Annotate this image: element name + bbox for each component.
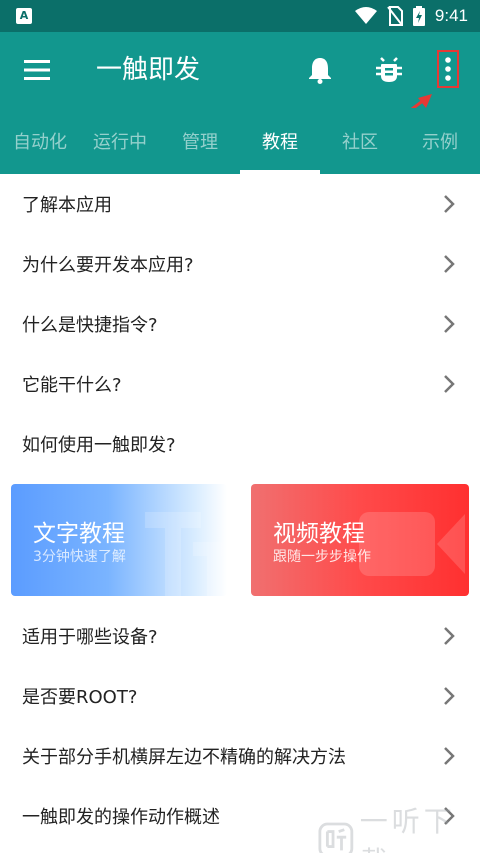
tab-bar: 自动化 运行中 管理 教程 社区 示例 bbox=[0, 108, 480, 174]
list-item-label: 如何使用一触即发? bbox=[22, 435, 176, 456]
debug-button[interactable] bbox=[370, 52, 408, 88]
tab-manage[interactable]: 管理 bbox=[160, 108, 240, 174]
menu-icon bbox=[24, 60, 50, 80]
list-item[interactable]: 是否要ROOT? bbox=[0, 666, 480, 726]
watermark-logo-icon bbox=[318, 822, 354, 853]
text-tutorial-subtitle: 3分钟快速了解 bbox=[33, 549, 126, 565]
wifi-icon bbox=[354, 7, 377, 24]
list-item[interactable]: 什么是快捷指令? bbox=[0, 294, 480, 354]
tab-tutorial[interactable]: 教程 bbox=[240, 108, 320, 174]
chevron-right-icon bbox=[444, 255, 455, 273]
tab-running[interactable]: 运行中 bbox=[80, 108, 160, 174]
chevron-right-icon bbox=[444, 687, 455, 705]
no-sim-icon bbox=[387, 6, 403, 26]
text-tutorial-card[interactable]: 文字教程 3分钟快速了解 bbox=[11, 484, 227, 596]
notifications-button[interactable] bbox=[302, 52, 338, 88]
video-tutorial-card[interactable]: 视频教程 跟随一步步操作 bbox=[251, 484, 469, 596]
list-item-label: 了解本应用 bbox=[22, 195, 112, 216]
tab-examples[interactable]: 示例 bbox=[400, 108, 480, 174]
tab-automation[interactable]: 自动化 bbox=[0, 108, 80, 174]
status-bar: A 9:41 bbox=[0, 0, 480, 32]
list-item-label: 为什么要开发本应用? bbox=[22, 255, 194, 276]
battery-charging-icon bbox=[412, 6, 425, 26]
list-item-label: 一触即发的操作动作概述 bbox=[22, 807, 220, 828]
list-item[interactable]: 关于部分手机横屏左边不精确的解决方法 bbox=[0, 726, 480, 786]
list-item-label: 它能干什么? bbox=[22, 375, 122, 396]
bell-icon bbox=[309, 58, 331, 84]
video-camera-icon bbox=[359, 512, 465, 576]
bug-icon bbox=[376, 57, 402, 82]
list-item[interactable]: 如何使用一触即发? bbox=[0, 414, 480, 474]
tab-community[interactable]: 社区 bbox=[320, 108, 400, 174]
chevron-right-icon bbox=[444, 375, 455, 393]
app-notification-icon: A bbox=[16, 8, 32, 24]
list-item-label: 适用于哪些设备? bbox=[22, 627, 158, 648]
list-item-label: 是否要ROOT? bbox=[22, 687, 138, 708]
tutorial-cards: 文字教程 3分钟快速了解 视频教程 跟随一步步操作 bbox=[0, 484, 480, 596]
chevron-right-icon bbox=[444, 195, 455, 213]
clock: 9:41 bbox=[434, 6, 468, 25]
video-tutorial-title: 视频教程 bbox=[273, 521, 365, 547]
chevron-right-icon bbox=[444, 627, 455, 645]
more-options-button[interactable] bbox=[437, 50, 459, 88]
app-toolbar: 一触即发 bbox=[0, 32, 480, 132]
menu-button[interactable] bbox=[20, 54, 54, 86]
app-title: 一触即发 bbox=[96, 55, 201, 85]
list-item[interactable]: 适用于哪些设备? bbox=[0, 606, 480, 666]
text-tutorial-title: 文字教程 bbox=[33, 521, 125, 547]
video-tutorial-subtitle: 跟随一步步操作 bbox=[273, 549, 371, 565]
watermark: 一听下载 bbox=[318, 800, 480, 853]
list-item-label: 关于部分手机横屏左边不精确的解决方法 bbox=[22, 747, 346, 768]
watermark-text: 一听下载 bbox=[359, 805, 456, 853]
tutorial-list-top: 了解本应用 为什么要开发本应用? 什么是快捷指令? 它能干什么? 如何使用一触即… bbox=[0, 174, 480, 474]
list-item[interactable]: 了解本应用 bbox=[0, 174, 480, 234]
text-type-icon bbox=[145, 512, 227, 596]
list-item-label: 什么是快捷指令? bbox=[22, 315, 158, 336]
chevron-right-icon bbox=[444, 747, 455, 765]
list-item[interactable]: 它能干什么? bbox=[0, 354, 480, 414]
chevron-right-icon bbox=[444, 315, 455, 333]
list-item[interactable]: 为什么要开发本应用? bbox=[0, 234, 480, 294]
more-vertical-icon bbox=[445, 57, 451, 81]
